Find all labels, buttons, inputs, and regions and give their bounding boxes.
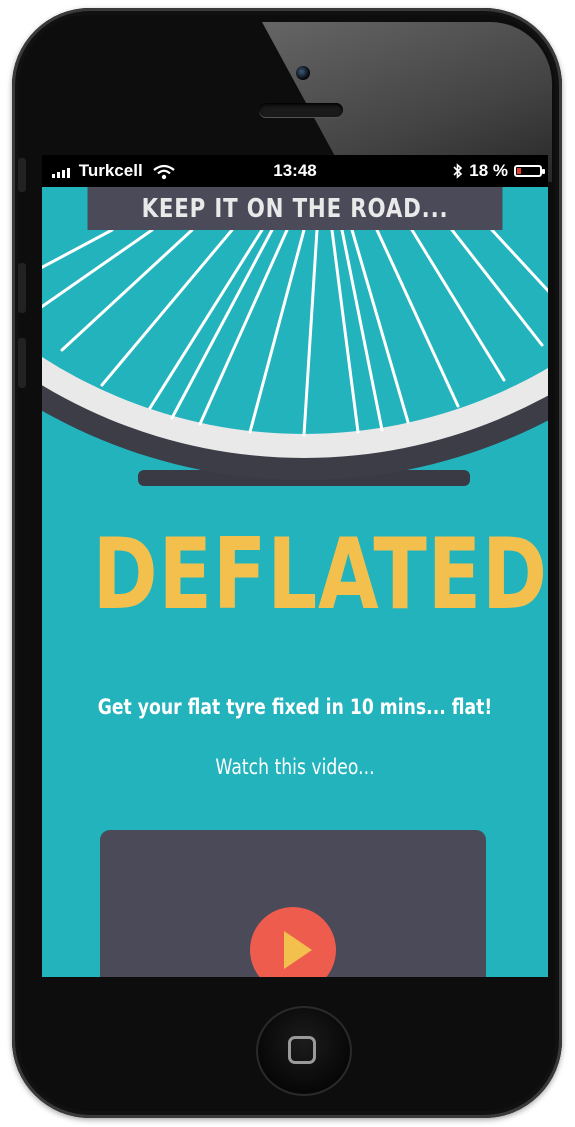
video-player[interactable] <box>100 830 486 977</box>
volume-up-button <box>18 263 26 313</box>
status-bar: Turkcell 13:48 18 % <box>42 155 548 187</box>
battery-percent: 18 % <box>469 161 508 180</box>
earpiece-speaker <box>259 103 343 117</box>
front-camera <box>296 66 310 80</box>
status-right: 18 % <box>453 161 545 181</box>
bluetooth-icon <box>453 163 463 179</box>
battery-level <box>517 168 521 174</box>
headline: DEFLATED? <box>92 518 548 632</box>
page-header: KEEP IT ON THE ROAD... <box>87 187 503 230</box>
mute-switch <box>18 158 26 192</box>
home-button[interactable] <box>256 1006 352 1096</box>
home-square-icon <box>288 1036 316 1064</box>
wheel-illustration <box>42 155 548 490</box>
play-icon[interactable] <box>250 907 336 977</box>
phone-screen: Turkcell 13:48 18 % KEEP IT ON THE ROAD.… <box>42 155 548 977</box>
volume-down-button <box>18 338 26 388</box>
watch-text: Watch this video... <box>215 755 375 779</box>
subtitle: Get your flat tyre fixed in 10 mins... f… <box>97 695 493 719</box>
battery-icon <box>514 165 545 177</box>
